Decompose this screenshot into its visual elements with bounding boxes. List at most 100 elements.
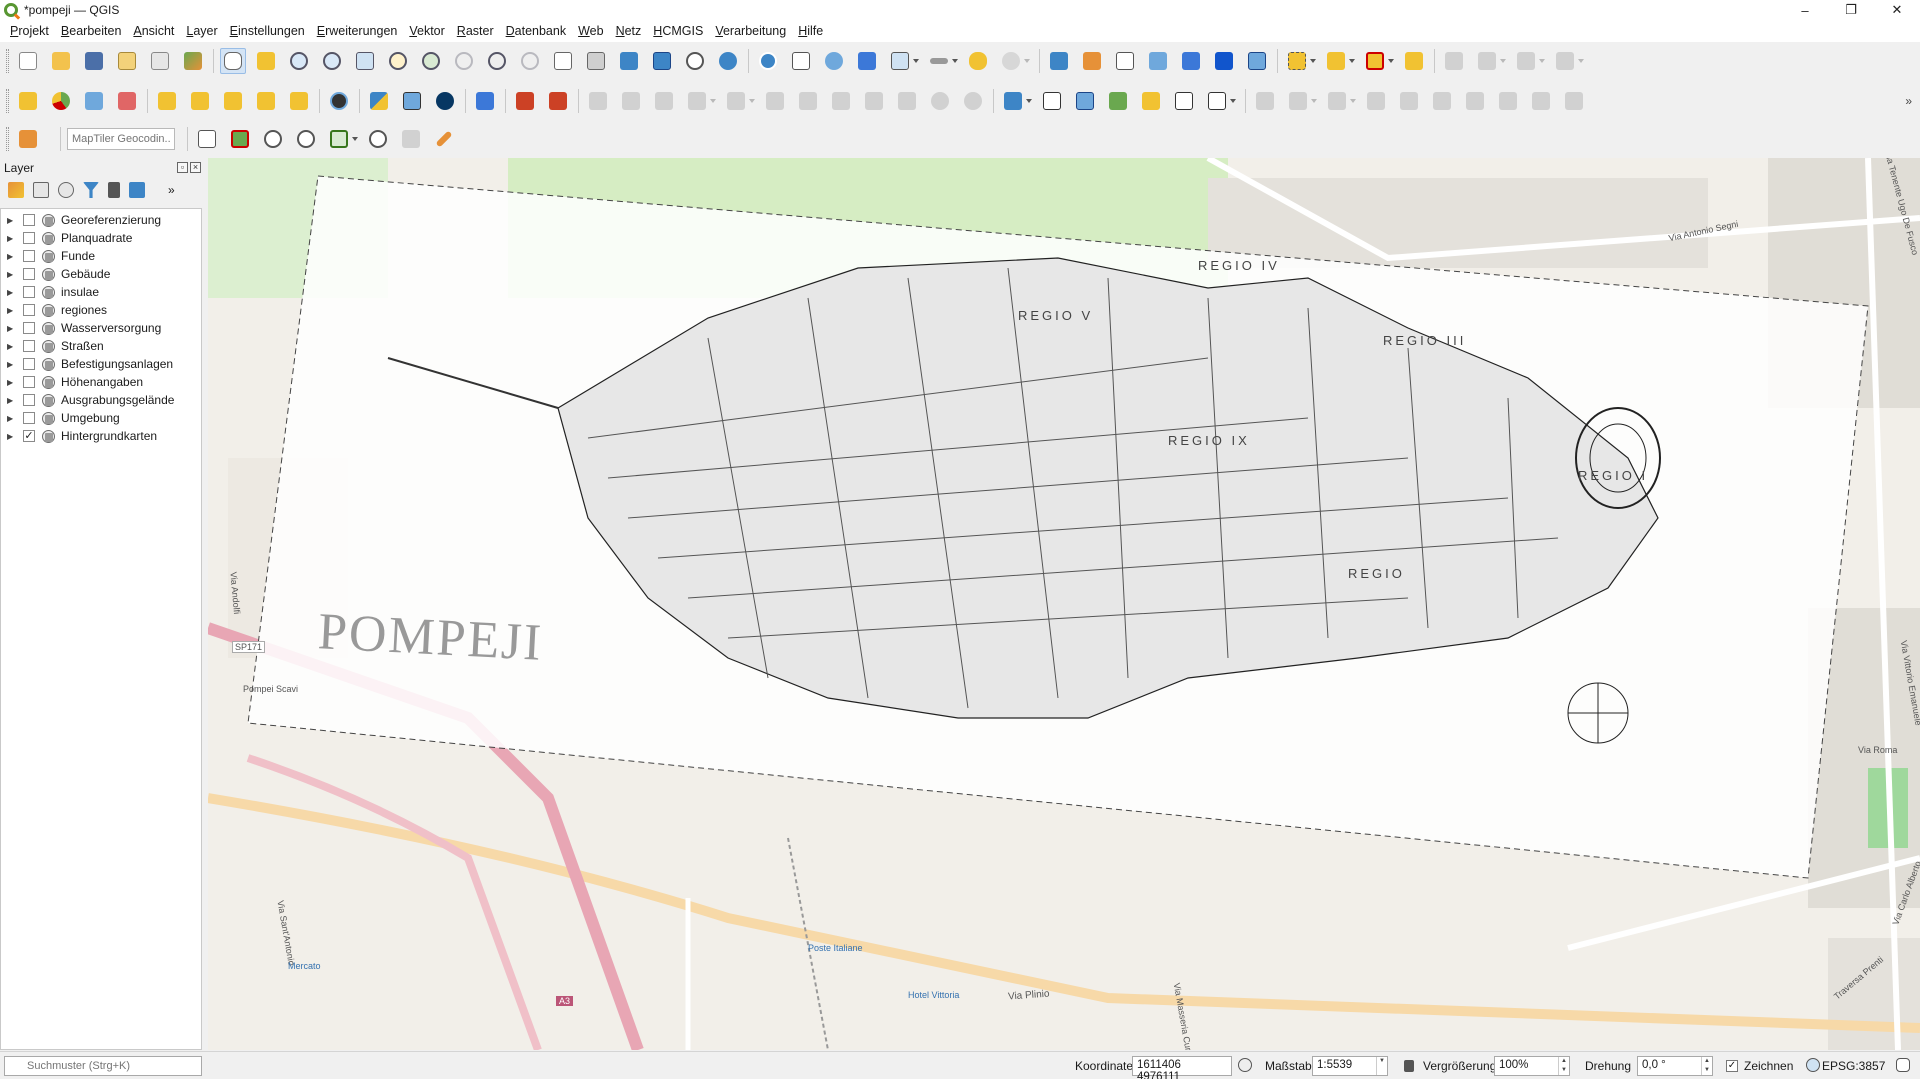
expand-arrow-icon[interactable]: ▶ <box>7 432 17 441</box>
layer-group-row[interactable]: ▶ Umgebung <box>1 409 201 427</box>
layer-visibility-checkbox[interactable] <box>23 376 35 388</box>
menu-ansicht[interactable]: Ansicht <box>127 20 180 42</box>
pan-to-selection-button[interactable] <box>253 48 279 74</box>
select-features-button[interactable] <box>1284 48 1316 74</box>
menu-hilfe[interactable]: Hilfe <box>792 20 829 42</box>
edit-9-button[interactable] <box>861 88 887 114</box>
layers-toolbar-overflow-button[interactable]: » <box>168 183 175 197</box>
zoom-out-button[interactable] <box>319 48 345 74</box>
annotation-line-button[interactable] <box>1105 88 1131 114</box>
decorations-button[interactable] <box>998 48 1030 74</box>
identify-features-button[interactable] <box>755 48 781 74</box>
layer-group-row[interactable]: ▶ insulae <box>1 283 201 301</box>
new-print-layout-button[interactable] <box>114 48 140 74</box>
text-annotation-dropdown-button[interactable] <box>1204 88 1236 114</box>
geocoder-search-input[interactable] <box>67 128 175 150</box>
edit-4-button[interactable] <box>684 88 716 114</box>
layer-visibility-checkbox[interactable] <box>23 250 35 262</box>
new-geopackage-layer-button[interactable] <box>1079 48 1105 74</box>
db-manager-button[interactable] <box>15 126 41 152</box>
crs-globe-icon[interactable] <box>1806 1058 1820 1072</box>
spinner-icon[interactable]: ▲ ▼ <box>1558 1057 1569 1075</box>
expand-arrow-icon[interactable]: ▶ <box>7 396 17 405</box>
map-canvas[interactable]: POMPEJI REGIO IV REGIO V REGIO III REGIO… <box>208 158 1920 1050</box>
spinner-icon[interactable]: ▲ ▼ <box>1701 1057 1712 1075</box>
annotation-select-button[interactable] <box>1039 88 1065 114</box>
toggle-labels-button[interactable] <box>114 88 140 114</box>
layer-visibility-checkbox[interactable] <box>23 394 35 406</box>
extent-tool-button[interactable] <box>326 126 358 152</box>
menu-netz[interactable]: Netz <box>610 20 648 42</box>
georeferencer-button[interactable] <box>326 88 352 114</box>
expand-arrow-icon[interactable]: ▶ <box>7 288 17 297</box>
move-label-button[interactable] <box>220 88 246 114</box>
raster-tool-2-button[interactable] <box>545 88 571 114</box>
messages-icon[interactable] <box>1896 1058 1910 1072</box>
advanced-digitize-2-button[interactable] <box>1285 88 1317 114</box>
advanced-digitize-9-button[interactable] <box>1528 88 1554 114</box>
chevron-down-icon[interactable]: ▼ <box>1376 1057 1387 1075</box>
zoom-in-button[interactable] <box>286 48 312 74</box>
expand-arrow-icon[interactable]: ▶ <box>7 270 17 279</box>
filter-expression-icon[interactable] <box>108 182 120 198</box>
new-spatialite-button[interactable] <box>1145 48 1171 74</box>
edit-10-button[interactable] <box>894 88 920 114</box>
new-shapefile-button[interactable] <box>1112 48 1138 74</box>
deselect-button[interactable] <box>1362 48 1394 74</box>
pan-map-button[interactable] <box>220 48 246 74</box>
edit-7-button[interactable] <box>795 88 821 114</box>
expand-arrow-icon[interactable]: ▶ <box>7 360 17 369</box>
panel-close-button[interactable]: × <box>190 162 201 173</box>
expand-arrow-icon[interactable]: ▶ <box>7 342 17 351</box>
locator-search-input[interactable] <box>4 1056 202 1076</box>
edit-2-button[interactable] <box>618 88 644 114</box>
advanced-digitize-5-button[interactable] <box>1396 88 1422 114</box>
new-temp-layer-button[interactable] <box>1211 48 1237 74</box>
expand-all-icon[interactable] <box>129 182 145 198</box>
advanced-digitize-1-button[interactable] <box>1252 88 1278 114</box>
menu-verarbeitung[interactable]: Verarbeitung <box>709 20 792 42</box>
layer-labeling-button[interactable] <box>15 88 41 114</box>
layer-group-row[interactable]: ▶ regiones <box>1 301 201 319</box>
advanced-digitize-7-button[interactable] <box>1462 88 1488 114</box>
map-tips-button[interactable] <box>965 48 991 74</box>
zoom-tool-2-button[interactable] <box>293 126 319 152</box>
layer-group-row[interactable]: ▶ Georeferenzierung <box>1 211 201 229</box>
select-location-button[interactable] <box>1401 48 1427 74</box>
zoom-full-button[interactable] <box>352 48 378 74</box>
layer-visibility-checkbox[interactable]: ✓ <box>23 430 35 442</box>
zoom-next-button[interactable] <box>517 48 543 74</box>
render-checkbox[interactable]: ✓ <box>1726 1060 1738 1072</box>
edit-5-button[interactable] <box>723 88 755 114</box>
toolbar-overflow-button[interactable]: » <box>1905 94 1912 108</box>
minimize-button[interactable]: – <box>1782 0 1828 20</box>
edit-3-button[interactable] <box>651 88 677 114</box>
save-project-button[interactable] <box>81 48 107 74</box>
annotation-point-text-button[interactable] <box>1171 88 1197 114</box>
menu-raster[interactable]: Raster <box>451 20 500 42</box>
close-button[interactable]: ✕ <box>1874 0 1920 20</box>
layer-group-row[interactable]: ▶ ✓ Hintergrundkarten <box>1 427 201 445</box>
scale-field[interactable]: 1:5539 ▼ <box>1312 1056 1388 1076</box>
layer-visibility-checkbox[interactable] <box>23 358 35 370</box>
layer-group-row[interactable]: ▶ Funde <box>1 247 201 265</box>
menu-erweiterungen[interactable]: Erweiterungen <box>311 20 404 42</box>
panel-float-button[interactable]: ▫ <box>177 162 188 173</box>
new-3d-view-button[interactable] <box>583 48 609 74</box>
layer-visibility-checkbox[interactable] <box>23 322 35 334</box>
advanced-digitize-6-button[interactable] <box>1429 88 1455 114</box>
statistical-summary-button[interactable] <box>854 48 880 74</box>
layer-visibility-checkbox[interactable] <box>23 412 35 424</box>
edit-6-button[interactable] <box>762 88 788 114</box>
edit-8-button[interactable] <box>828 88 854 114</box>
zoom-to-selection-button[interactable] <box>385 48 411 74</box>
layer-visibility-checkbox[interactable] <box>23 214 35 226</box>
filter-icon[interactable] <box>83 182 99 198</box>
advanced-digitize-3-button[interactable] <box>1324 88 1356 114</box>
menu-hcmgis[interactable]: HCMGIS <box>647 20 709 42</box>
new-bookmark-button[interactable] <box>616 48 642 74</box>
advanced-digitize-4-button[interactable] <box>1363 88 1389 114</box>
layer-visibility-checkbox[interactable] <box>23 268 35 280</box>
maximize-button[interactable]: ❐ <box>1828 0 1874 20</box>
rotation-field[interactable]: 0,0 ° ▲ ▼ <box>1637 1056 1713 1076</box>
